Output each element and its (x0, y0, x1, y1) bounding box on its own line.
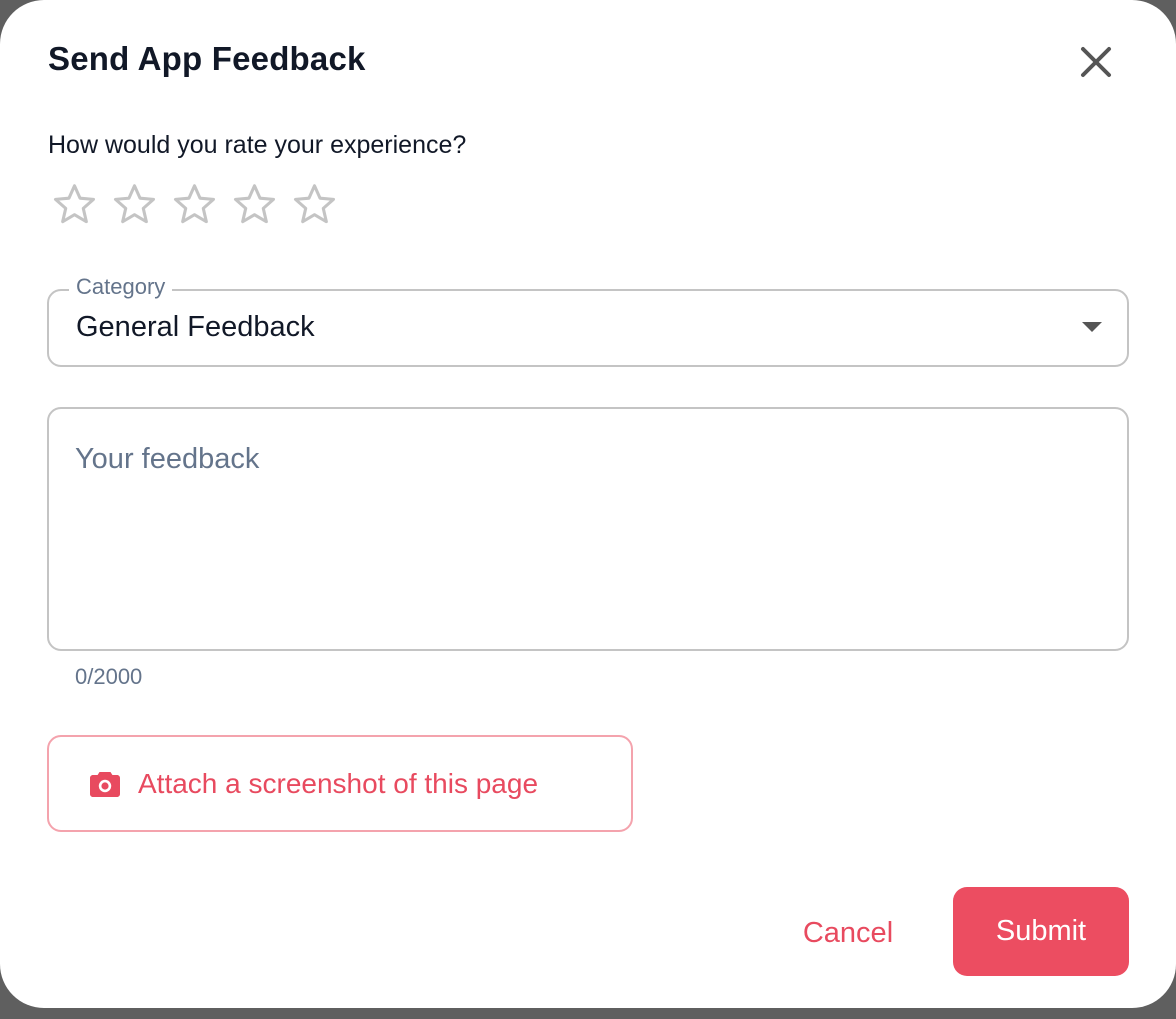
rating-label: How would you rate your experience? (48, 131, 467, 159)
category-select[interactable]: Category General Feedback (47, 274, 1129, 367)
feedback-textarea[interactable] (47, 407, 1129, 651)
attach-screenshot-label: Attach a screenshot of this page (138, 768, 539, 799)
star-2-icon[interactable] (110, 180, 159, 229)
star-5-icon[interactable] (290, 180, 339, 229)
close-icon (1081, 47, 1111, 77)
close-button[interactable] (1074, 40, 1118, 84)
cancel-button[interactable]: Cancel (780, 895, 916, 971)
star-4-icon[interactable] (230, 180, 279, 229)
camera-icon (90, 772, 120, 797)
category-label: Category (69, 274, 173, 300)
star-1-icon[interactable] (50, 180, 99, 229)
submit-button[interactable]: Submit (953, 887, 1129, 976)
dialog-title: Send App Feedback (48, 40, 366, 77)
star-3-icon[interactable] (170, 180, 219, 229)
star-rating (50, 180, 339, 229)
caret-down-icon (1082, 322, 1102, 332)
category-value: General Feedback (76, 311, 315, 343)
feedback-dialog: Send App Feedback How would you rate you… (0, 0, 1176, 1008)
attach-screenshot-button[interactable]: Attach a screenshot of this page (47, 735, 633, 832)
character-counter: 0/2000 (75, 664, 143, 689)
